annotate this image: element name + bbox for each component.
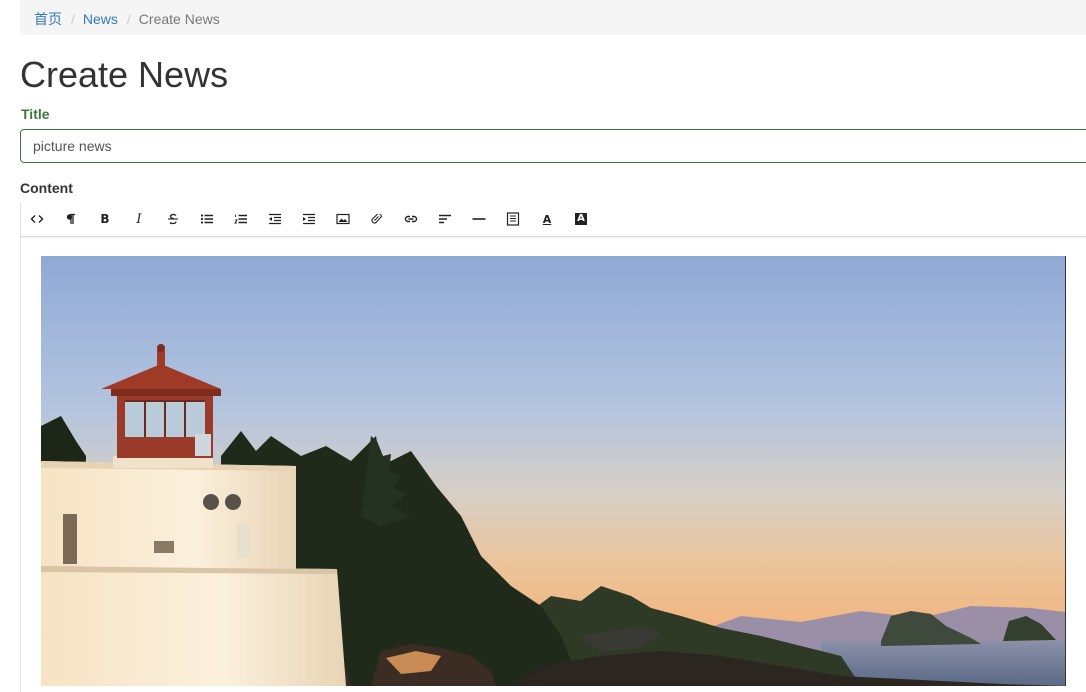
fullscreen-icon (506, 212, 520, 226)
paragraph-button[interactable] (60, 208, 82, 230)
italic-button[interactable]: I (128, 208, 150, 230)
outdent-icon (269, 213, 281, 225)
breadcrumb-news-link[interactable]: News (83, 11, 118, 27)
fullscreen-button[interactable] (502, 208, 524, 230)
title-input[interactable] (20, 129, 1086, 163)
title-label: Title (21, 106, 50, 122)
background-color-button[interactable]: A (570, 208, 592, 230)
strikethrough-button[interactable] (162, 208, 184, 230)
content-editor[interactable]: B I A A (20, 202, 1086, 692)
insert-image-button[interactable] (332, 208, 354, 230)
video-icon (371, 213, 383, 224)
html-source-icon (30, 215, 44, 223)
image-icon (336, 213, 350, 225)
unordered-list-button[interactable] (196, 208, 218, 230)
breadcrumb-separator: / (126, 11, 131, 27)
align-button[interactable] (434, 208, 456, 230)
indent-button[interactable] (298, 208, 320, 230)
html-source-button[interactable] (26, 208, 48, 230)
italic-icon: I (136, 211, 142, 227)
breadcrumb-separator: / (71, 11, 75, 27)
editor-toolbar: B I A A (21, 202, 1086, 237)
content-label: Content (20, 180, 73, 196)
insert-video-button[interactable] (366, 208, 388, 230)
unordered-list-icon (200, 214, 213, 224)
bold-button[interactable]: B (94, 208, 116, 230)
indent-icon (303, 213, 315, 225)
lighthouse-picture (41, 256, 1065, 686)
strikethrough-icon (168, 213, 178, 225)
horizontal-rule-icon (472, 218, 486, 220)
link-icon (404, 215, 418, 223)
paragraph-icon (66, 213, 75, 224)
insert-link-button[interactable] (400, 208, 422, 230)
breadcrumb-home-link[interactable]: 首页 (34, 11, 62, 27)
align-icon (439, 214, 451, 224)
horizontal-rule-button[interactable] (468, 208, 490, 230)
page-title: Create News (20, 54, 229, 95)
breadcrumb-current: Create News (138, 11, 220, 27)
lighthouse-image[interactable] (41, 256, 1066, 686)
outdent-button[interactable] (264, 208, 286, 230)
font-color-button[interactable]: A (536, 208, 558, 230)
bold-icon: B (100, 212, 110, 226)
ordered-list-icon (234, 214, 247, 224)
font-color-icon: A (542, 212, 552, 226)
background-color-icon: A (575, 213, 587, 225)
breadcrumb: 首页 / News / Create News (20, 0, 1086, 35)
ordered-list-button[interactable] (230, 208, 252, 230)
